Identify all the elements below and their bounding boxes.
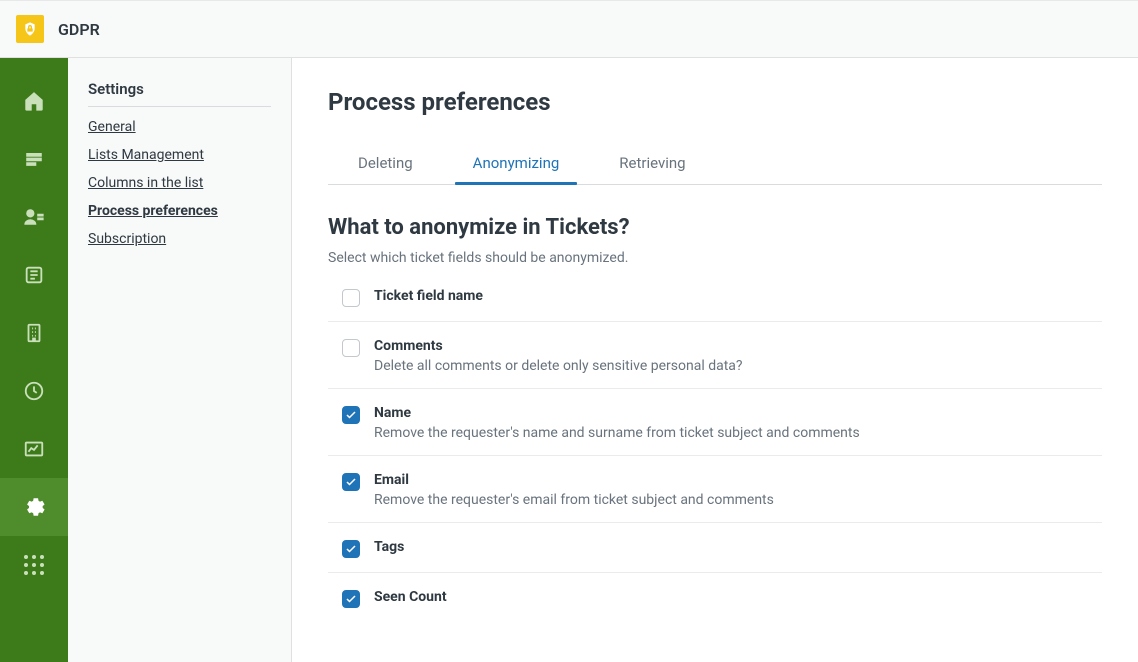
analytics-icon	[23, 438, 45, 460]
rail-apps[interactable]	[0, 536, 68, 594]
checkbox-ticket-field-name[interactable]	[342, 289, 360, 307]
home-icon	[23, 90, 45, 112]
checkbox-comments[interactable]	[342, 339, 360, 357]
settings-link-general[interactable]: General	[88, 119, 136, 135]
clock-icon	[23, 380, 45, 402]
field-label: Tags	[374, 539, 1102, 555]
section-title: What to anonymize in Tickets?	[328, 215, 1102, 240]
field-row-comments: Comments Delete all comments or delete o…	[328, 322, 1102, 389]
nav-rail	[0, 58, 68, 662]
field-row-email: Email Remove the requester's email from …	[328, 456, 1102, 523]
field-row-name: Name Remove the requester's name and sur…	[328, 389, 1102, 456]
rail-agent[interactable]	[0, 188, 68, 246]
rail-home[interactable]	[0, 72, 68, 130]
field-label: Ticket field name	[374, 288, 1102, 304]
main-content: Process preferences Deleting Anonymizing…	[292, 58, 1138, 662]
field-row-tags: Tags	[328, 523, 1102, 573]
brand-badge	[16, 15, 44, 43]
org-icon	[23, 322, 45, 344]
agent-icon	[23, 206, 45, 228]
checkbox-seen-count[interactable]	[342, 590, 360, 608]
settings-link-lists[interactable]: Lists Management	[88, 147, 204, 163]
settings-link-subscription[interactable]: Subscription	[88, 231, 166, 247]
settings-link-columns[interactable]: Columns in the list	[88, 175, 203, 191]
shield-icon	[22, 21, 38, 37]
page-title: Process preferences	[328, 88, 1102, 116]
rail-clock[interactable]	[0, 362, 68, 420]
tab-retrieving[interactable]: Retrieving	[589, 144, 715, 184]
field-label: Email	[374, 472, 1102, 488]
rail-list[interactable]	[0, 130, 68, 188]
rail-analytics[interactable]	[0, 420, 68, 478]
field-sub: Remove the requester's email from ticket…	[374, 492, 1102, 508]
checkbox-tags[interactable]	[342, 540, 360, 558]
checkbox-email[interactable]	[342, 473, 360, 491]
tabs: Deleting Anonymizing Retrieving	[328, 144, 1102, 185]
ticket-icon	[23, 264, 45, 286]
list-icon	[23, 148, 45, 170]
topbar: GDPR	[0, 0, 1138, 58]
field-list: Ticket field name Comments Delete all co…	[328, 272, 1102, 622]
rail-settings[interactable]	[0, 478, 68, 536]
settings-link-process-preferences[interactable]: Process preferences	[88, 203, 218, 219]
gear-icon	[23, 496, 45, 518]
field-label: Seen Count	[374, 589, 1102, 605]
field-sub: Delete all comments or delete only sensi…	[374, 358, 1102, 374]
tab-anonymizing[interactable]: Anonymizing	[443, 144, 590, 184]
field-label: Comments	[374, 338, 1102, 354]
rail-org[interactable]	[0, 304, 68, 362]
settings-list: General Lists Management Columns in the …	[88, 119, 271, 247]
settings-sidebar: Settings General Lists Management Column…	[68, 58, 292, 662]
tab-deleting[interactable]: Deleting	[328, 144, 443, 184]
body: Settings General Lists Management Column…	[0, 58, 1138, 662]
apps-icon	[23, 554, 45, 576]
section-description: Select which ticket fields should be ano…	[328, 250, 1102, 266]
settings-heading: Settings	[88, 80, 271, 107]
field-row-seen-count: Seen Count	[328, 573, 1102, 622]
field-label: Name	[374, 405, 1102, 421]
checkbox-name[interactable]	[342, 406, 360, 424]
rail-ticket[interactable]	[0, 246, 68, 304]
app-title: GDPR	[58, 20, 100, 39]
field-row-ticket-field-name: Ticket field name	[328, 272, 1102, 322]
field-sub: Remove the requester's name and surname …	[374, 425, 1102, 441]
